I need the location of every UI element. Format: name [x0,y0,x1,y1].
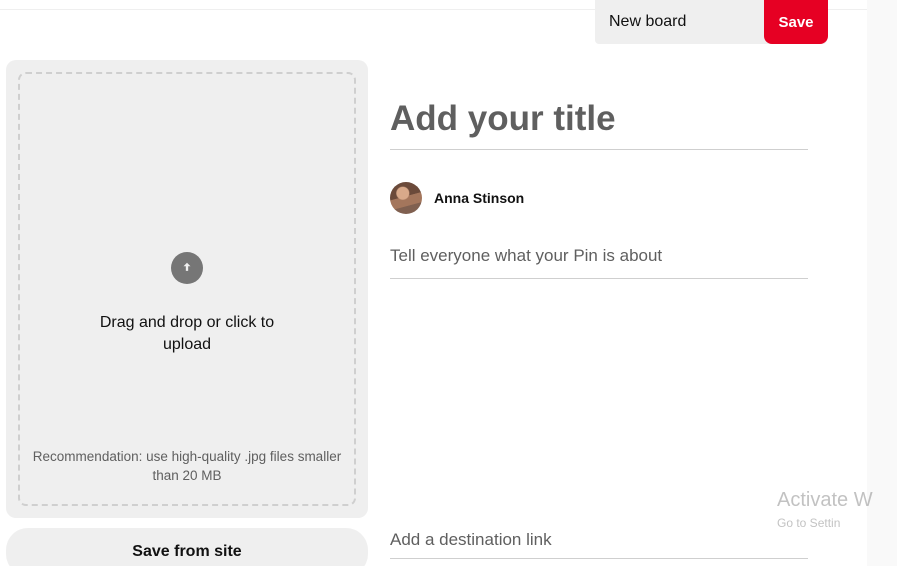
avatar [390,182,422,214]
author-row: Anna Stinson [390,182,808,214]
upload-arrow-icon [171,252,203,284]
save-button-label: Save [778,14,813,31]
title-input[interactable] [390,95,808,150]
save-button[interactable]: Save [764,0,828,44]
save-from-site-button[interactable]: Save from site [6,528,368,566]
upload-dropzone[interactable]: Drag and drop or click to upload Recomme… [18,72,356,506]
upload-main-text: Drag and drop or click to upload [77,312,297,357]
right-gutter [867,0,897,566]
destination-link-input[interactable] [390,528,808,559]
upload-hint-text: Recommendation: use high-quality .jpg fi… [32,448,342,486]
save-from-site-label: Save from site [132,543,241,560]
author-name: Anna Stinson [434,190,524,206]
upload-panel: Drag and drop or click to upload Recomme… [6,60,368,518]
description-input[interactable] [390,242,808,279]
board-selector-label: New board [609,13,686,31]
